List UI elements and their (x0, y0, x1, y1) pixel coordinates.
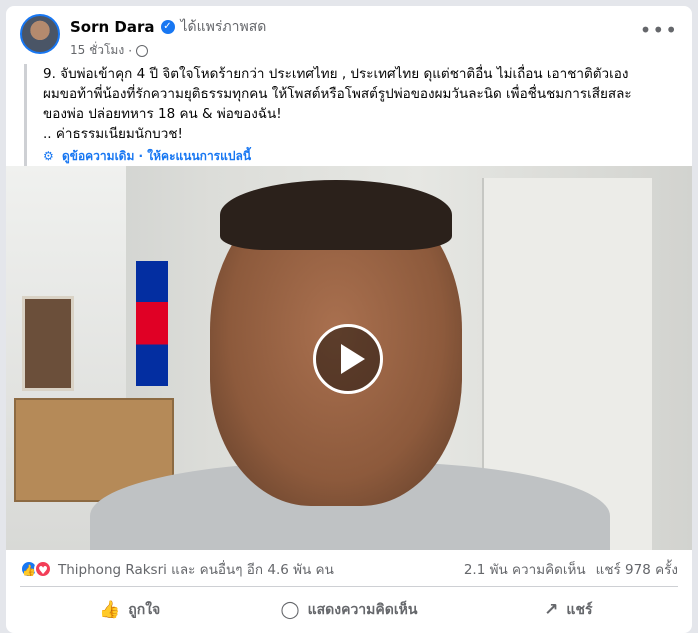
play-icon[interactable] (313, 324, 383, 394)
translation-options[interactable]: ⚙ ดูข้อความเดิม · ให้คะแนนการแปลนี้ (43, 146, 664, 166)
reaction-count-text[interactable]: Thiphong Raksri และ คนอื่นๆ อีก 4.6 พัน … (58, 558, 334, 580)
live-status: ได้แพร่ภาพสด (180, 19, 267, 35)
like-button[interactable]: 👍 ถูกใจ (20, 590, 239, 630)
video-player[interactable] (6, 166, 692, 550)
globe-icon[interactable] (136, 44, 149, 57)
comment-count[interactable]: 2.1 พัน ความคิดเห็น (464, 558, 586, 580)
comment-label: แสดงความคิดเห็น (307, 602, 418, 618)
message-line: ผมขอท้าพี่น้องที่รักความยุติธรรมทุกคน ให… (43, 86, 632, 102)
video-scene-flag (136, 261, 168, 386)
more-options-icon[interactable]: ••• (640, 18, 678, 42)
verified-badge-icon: ✓ (160, 20, 175, 34)
message-line: ของพ่อ ปล่อยทหาร 18 คน & พ่อของฉัน! (43, 106, 282, 122)
action-divider (20, 586, 678, 587)
translation-link[interactable]: ดูข้อความเดิม · ให้คะแนนการแปลนี้ (62, 149, 251, 163)
post-header: Sorn Dara ✓ ได้แพร่ภาพสด 15 ชั่วโมง · ••… (20, 14, 678, 60)
author-name[interactable]: Sorn Dara (70, 18, 155, 36)
share-label: แชร์ (566, 602, 593, 618)
post-actions: 👍 ถูกใจ ◯ แสดงความคิดเห็น ↗ แชร์ (20, 590, 678, 630)
comment-icon: ◯ (280, 600, 300, 620)
reaction-icons[interactable]: 👍 ♥ (20, 560, 52, 578)
facebook-post-card: Sorn Dara ✓ ได้แพร่ภาพสด 15 ชั่วโมง · ••… (6, 6, 692, 633)
reaction-summary: 👍 ♥ Thiphong Raksri และ คนอื่นๆ อีก 4.6 … (20, 558, 678, 580)
share-count[interactable]: แชร์ 978 ครั้ง (596, 558, 678, 580)
meta-separator: · (128, 43, 133, 58)
share-button[interactable]: ↗ แชร์ (459, 590, 678, 630)
share-icon: ↗ (544, 600, 559, 620)
timestamp[interactable]: 15 ชั่วโมง (70, 41, 124, 60)
author-row: Sorn Dara ✓ ได้แพร่ภาพสด (70, 16, 266, 38)
message-line: .. ค่าธรรมเนียมนักบวช! (43, 126, 183, 142)
engagement-counts: 2.1 พัน ความคิดเห็น แชร์ 978 ครั้ง (464, 558, 678, 580)
post-meta: 15 ชั่วโมง · (70, 41, 149, 60)
post-message: 9. จับพ่อเข้าคุก 4 ปี จิตใจโหดร้ายกว่า ป… (24, 64, 664, 166)
avatar[interactable] (20, 14, 60, 54)
video-scene-hair (220, 180, 452, 250)
gear-icon: ⚙ (43, 149, 54, 163)
thumbs-up-icon: 👍 (99, 600, 121, 620)
like-label: ถูกใจ (128, 602, 161, 618)
comment-button[interactable]: ◯ แสดงความคิดเห็น (239, 590, 458, 630)
message-line: 9. จับพ่อเข้าคุก 4 ปี จิตใจโหดร้ายกว่า ป… (43, 66, 629, 82)
video-scene-picture-frame (22, 296, 74, 391)
love-reaction-icon: ♥ (34, 560, 52, 578)
